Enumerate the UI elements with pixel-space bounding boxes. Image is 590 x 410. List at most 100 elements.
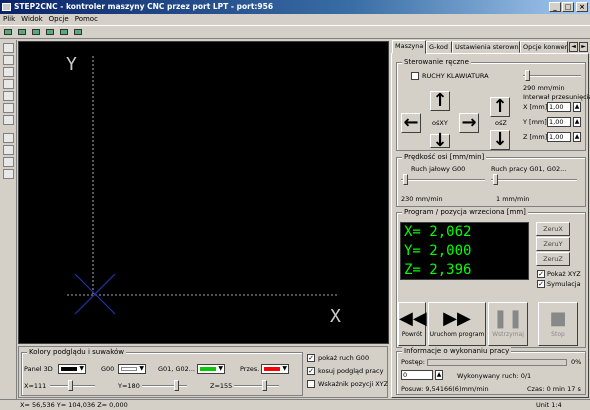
show-xyz-checkbox[interactable]: ✓ xyxy=(537,270,545,278)
z-interval-label: Z [mm] xyxy=(523,133,548,141)
tab-gcode[interactable]: G-kod xyxy=(426,41,452,53)
z-interval-input[interactable]: 1,00 xyxy=(547,132,571,142)
view-front-icon[interactable] xyxy=(3,145,14,155)
save-icon[interactable] xyxy=(17,27,28,38)
zoom-out-icon[interactable] xyxy=(3,79,14,89)
g01-feed-label: Ruch pracy G01, G02... xyxy=(491,165,567,173)
panel3d-color-select[interactable] xyxy=(58,364,86,374)
preview-canvas[interactable]: Y X xyxy=(18,41,389,344)
zero-x-button[interactable]: ZeruX xyxy=(536,222,570,236)
show-g00-label: pokaż ruch G00 xyxy=(318,354,370,362)
g00-feed-value: 230 mm/min xyxy=(401,195,443,203)
run-program-button[interactable]: ▶▶ Uruchom program xyxy=(428,302,486,346)
view-toolbar xyxy=(0,40,17,400)
x-minus-button[interactable]: ← xyxy=(401,113,421,133)
show-g00-checkbox[interactable]: ✓ xyxy=(307,354,315,362)
g00-label: G00 xyxy=(101,365,115,373)
tab-machine[interactable]: Maszyna xyxy=(392,40,426,54)
status-bar: X= 56,536 Y= 104,036 Z= 0,000 Unit 1:4 xyxy=(0,399,590,410)
zero-z-button[interactable]: ZeruZ xyxy=(536,252,570,266)
current-move-text: Wykonywany ruch: 0/1 xyxy=(457,372,532,380)
rotate-icon[interactable] xyxy=(3,115,14,125)
simulation-checkbox[interactable]: ✓ xyxy=(537,280,545,288)
x-axis-label: X xyxy=(330,306,341,327)
tab-conversion-options[interactable]: Opcje konwersji xyxy=(520,41,568,53)
x-interval-input[interactable]: 1,00 xyxy=(547,102,571,112)
przes-color-select[interactable] xyxy=(261,364,289,374)
g01-color-select[interactable] xyxy=(197,364,225,374)
x-position-readout: X= 2,062 xyxy=(404,224,472,240)
toolbar xyxy=(0,25,590,39)
tab-scroll-right-icon[interactable]: ► xyxy=(579,42,588,52)
tab-controller-settings[interactable]: Ustawienia sterownika xyxy=(452,41,520,53)
progress-percent: 0% xyxy=(571,358,582,366)
menu-view[interactable]: Widok xyxy=(18,14,46,25)
x-interval-spin-icon[interactable]: ▲ xyxy=(573,102,581,112)
interval-label: Interwał przesunięcia xyxy=(523,93,590,101)
zoom-fit-icon[interactable] xyxy=(3,91,14,101)
menu-file[interactable]: Plik xyxy=(0,14,18,25)
view-side-icon[interactable] xyxy=(3,157,14,167)
pause-button[interactable]: ❚❚ Wstrzymaj xyxy=(488,302,528,346)
feed-legend: Prędkość osi [mm/min] xyxy=(402,153,487,161)
convert-icon[interactable] xyxy=(45,27,56,38)
y-interval-input[interactable]: 1,00 xyxy=(547,117,571,127)
g00-color-select[interactable] xyxy=(118,364,146,374)
settings-icon[interactable] xyxy=(59,27,70,38)
z-interval-spin-icon[interactable]: ▲ xyxy=(573,132,581,142)
z-minus-button[interactable]: ↓ xyxy=(490,130,510,150)
keyboard-checkbox[interactable] xyxy=(411,72,419,80)
return-button[interactable]: ◀◀ Powrót xyxy=(398,302,427,346)
machine-tab-panel: Sterowanie ręczne RUCHY KLAWIATURA 290 m… xyxy=(391,53,590,398)
xy-axis-label: ośXY xyxy=(432,119,448,127)
clear-preview-checkbox[interactable]: ✓ xyxy=(307,367,315,375)
g00-feed-slider[interactable] xyxy=(401,174,485,185)
stop-button[interactable]: ■ Stop xyxy=(538,302,578,346)
g01-feed-slider[interactable] xyxy=(491,174,577,185)
y-plus-button[interactable]: ↑ xyxy=(430,91,450,111)
show-xyz-label: Pokaż XYZ xyxy=(547,270,581,278)
view-iso-icon[interactable] xyxy=(3,169,14,179)
zoom-in-icon[interactable] xyxy=(3,67,14,77)
jog-speed-slider[interactable] xyxy=(523,70,581,81)
zero-y-button[interactable]: ZeruY xyxy=(536,237,570,251)
open-file-icon[interactable] xyxy=(3,27,14,38)
xyz-indicator-checkbox[interactable] xyxy=(307,380,315,388)
position-display: X= 2,062 Y= 2,000 Z= 2,396 xyxy=(400,222,529,280)
menu-options[interactable]: Opcje xyxy=(46,14,72,25)
y-minus-button[interactable]: ↓ xyxy=(430,132,450,150)
pan-icon[interactable] xyxy=(3,55,14,65)
move-icon[interactable] xyxy=(3,103,14,113)
select-icon[interactable] xyxy=(3,43,14,53)
jog-speed-value: 290 mm/min xyxy=(523,84,565,92)
stop-label: Stop xyxy=(551,331,565,338)
y-axis-label: Y xyxy=(66,54,77,75)
fast-forward-icon: ▶▶ xyxy=(443,308,471,329)
x-plus-button[interactable]: → xyxy=(459,113,479,133)
colors-fieldset: Kolory podglądu i suwaków Panel 3D G00 G… xyxy=(21,348,303,396)
z-axis-label: ośZ xyxy=(495,119,507,127)
z-color-slider[interactable] xyxy=(234,380,279,391)
line-spin-icon[interactable]: ▲ xyxy=(435,370,443,380)
g01-label: G01, G02... xyxy=(158,365,195,373)
info-icon[interactable] xyxy=(73,27,84,38)
line-input[interactable]: 0 xyxy=(401,370,433,380)
minimize-button[interactable]: _ xyxy=(549,2,561,12)
z-plus-button[interactable]: ↑ xyxy=(490,97,510,117)
menu-help[interactable]: Pomoc xyxy=(72,14,101,25)
x-color-slider[interactable] xyxy=(50,380,95,391)
y-interval-spin-icon[interactable]: ▲ xyxy=(573,117,581,127)
maximize-button[interactable]: □ xyxy=(562,2,574,12)
x-interval-label: X [mm] xyxy=(523,103,548,111)
g00-feed-label: Ruch jałowy G00 xyxy=(411,165,466,173)
app-icon xyxy=(2,3,11,11)
progress-bar xyxy=(427,359,567,366)
toolpath-icon[interactable] xyxy=(31,27,42,38)
view-top-icon[interactable] xyxy=(3,133,14,143)
feed-rate-fieldset: Prędkość osi [mm/min] Ruch jałowy G00 23… xyxy=(396,153,586,207)
tab-scroll-left-icon[interactable]: ◄ xyxy=(569,42,578,52)
close-button[interactable]: × xyxy=(576,2,588,12)
xyz-indicator-label: Wskaźnik pozycji XYZ xyxy=(318,380,389,388)
przes-label: Przes. xyxy=(240,365,260,373)
y-color-slider[interactable] xyxy=(142,380,187,391)
